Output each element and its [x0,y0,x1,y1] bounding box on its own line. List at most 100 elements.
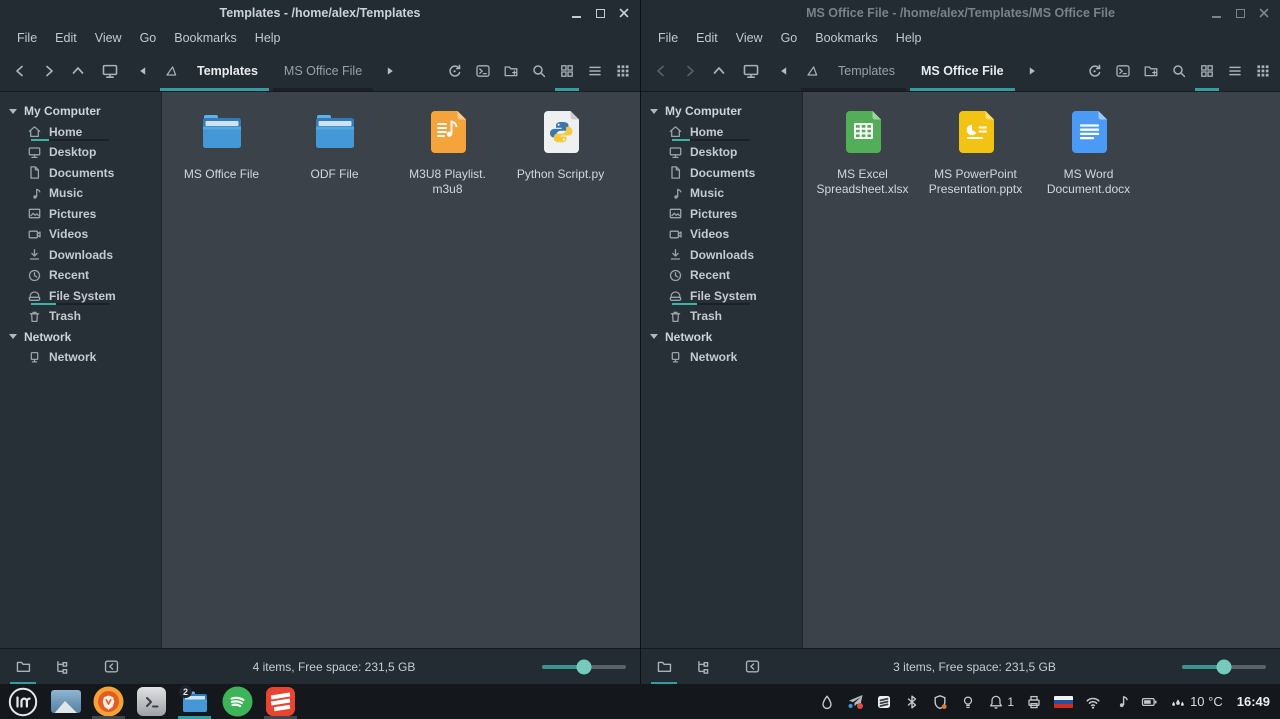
sidebar-item-videos[interactable]: Videos [641,224,802,245]
new-folder-button[interactable] [497,50,525,91]
file-item-python-script[interactable]: Python Script.py [504,98,617,197]
sidebar-item-trash[interactable]: Trash [0,306,161,327]
icon-view-button[interactable] [1193,50,1221,91]
files-launcher[interactable]: 2 [178,684,211,719]
minimize-button[interactable] [569,6,583,21]
show-places-button[interactable] [649,653,679,681]
expander-icon[interactable] [650,334,658,339]
edit-location-icon[interactable] [799,63,825,78]
forward-button[interactable] [34,50,63,91]
maximize-button[interactable] [1233,6,1247,21]
sidebar-item-network[interactable]: Network [0,347,161,368]
menu-go[interactable]: Go [131,28,166,48]
icon-view-button[interactable] [553,50,581,91]
sidebar-item-recent[interactable]: Recent [0,265,161,286]
sidebar-item-file-system[interactable]: File System [641,286,802,307]
menu-file[interactable]: File [8,28,46,48]
menu-edit[interactable]: Edit [46,28,86,48]
show-desktop-button[interactable] [49,684,82,719]
terminal-launcher[interactable] [135,684,168,719]
tab-ms-office-file[interactable]: MS Office File [908,50,1017,91]
zoom-slider[interactable] [542,665,626,669]
titlebar[interactable]: Templates - /home/alex/Templates [0,0,640,26]
open-terminal-button[interactable] [1109,50,1137,91]
up-button[interactable] [63,50,92,91]
sidebar-section-network[interactable]: Network [641,327,802,348]
file-item-odf-file[interactable]: ODF File [278,98,391,197]
brave-browser-launcher[interactable] [92,684,125,719]
expander-icon[interactable] [650,109,658,114]
hide-sidebar-button[interactable] [737,653,767,681]
tab-scroll-right-button[interactable] [1017,50,1047,91]
zoom-slider-knob[interactable] [577,659,592,674]
sidebar-item-home[interactable]: Home [641,122,802,143]
hide-sidebar-button[interactable] [96,653,126,681]
battery-tray-icon[interactable] [1141,694,1158,710]
menu-bookmarks[interactable]: Bookmarks [806,28,887,48]
refresh-button[interactable] [1081,50,1109,91]
tab-scroll-left-button[interactable] [128,50,158,91]
bluetooth-tray-icon[interactable] [904,694,920,710]
sidebar-section-my-computer[interactable]: My Computer [0,101,161,122]
spotify-launcher[interactable] [221,684,254,719]
edit-location-icon[interactable] [158,63,184,78]
forward-button[interactable] [675,50,704,91]
notifications-tray-item[interactable]: 1 [988,694,1014,710]
sidebar-item-recent[interactable]: Recent [641,265,802,286]
menu-go[interactable]: Go [772,28,807,48]
telegram-tray-icon[interactable] [847,693,864,710]
file-item-ms-powerpoint-presentation[interactable]: MS PowerPointPresentation.pptx [919,98,1032,197]
close-button[interactable] [1257,6,1271,21]
menu-view[interactable]: View [86,28,131,48]
menu-file[interactable]: File [649,28,687,48]
menu-bookmarks[interactable]: Bookmarks [165,28,246,48]
sidebar-item-documents[interactable]: Documents [0,163,161,184]
tab-scroll-right-button[interactable] [375,50,405,91]
water-drop-tray-icon[interactable] [819,694,835,710]
new-folder-button[interactable] [1137,50,1165,91]
search-button[interactable] [1165,50,1193,91]
back-button[interactable] [646,50,675,91]
sidebar-item-downloads[interactable]: Downloads [0,245,161,266]
file-item-ms-office-file[interactable]: MS Office File [165,98,278,197]
maximize-button[interactable] [593,6,607,21]
keyboard-layout-ru-flag-icon[interactable] [1054,696,1073,708]
refresh-button[interactable] [441,50,469,91]
music-note-tray-icon[interactable] [1113,694,1129,710]
weather-tray-item[interactable]: 10 °C [1170,694,1223,710]
zoom-slider-knob[interactable] [1217,659,1232,674]
lightbulb-tray-icon[interactable] [960,694,976,710]
back-button[interactable] [5,50,34,91]
todoist-tray-icon[interactable] [876,694,892,710]
todoist-launcher[interactable] [264,684,297,719]
sidebar-item-file-system[interactable]: File System [0,286,161,307]
file-list-area[interactable]: MS ExcelSpreadsheet.xlsx MS PowerPointPr… [803,92,1280,648]
printer-tray-icon[interactable] [1026,694,1042,710]
menu-edit[interactable]: Edit [687,28,727,48]
sidebar-item-desktop[interactable]: Desktop [0,142,161,163]
show-places-button[interactable] [8,653,38,681]
search-button[interactable] [525,50,553,91]
sidebar-item-pictures[interactable]: Pictures [0,204,161,225]
mint-menu-button[interactable] [6,684,39,719]
show-treeview-button[interactable] [46,653,76,681]
sidebar-item-pictures[interactable]: Pictures [641,204,802,225]
tab-ms-office-file[interactable]: MS Office File [271,50,375,91]
computer-button[interactable] [92,50,128,91]
compact-view-button[interactable] [609,50,637,91]
sidebar-item-videos[interactable]: Videos [0,224,161,245]
tab-scroll-left-button[interactable] [769,50,799,91]
menu-help[interactable]: Help [246,28,290,48]
sidebar-item-music[interactable]: Music [641,183,802,204]
expander-icon[interactable] [9,109,17,114]
file-list-area[interactable]: MS Office File ODF File M3U8 Playlist.m3… [162,92,640,648]
sidebar-item-home[interactable]: Home [0,122,161,143]
update-shield-tray-icon[interactable] [932,694,948,710]
menu-help[interactable]: Help [887,28,931,48]
menu-view[interactable]: View [727,28,772,48]
sidebar-item-documents[interactable]: Documents [641,163,802,184]
zoom-slider[interactable] [1182,665,1266,669]
file-item-ms-excel-spreadsheet[interactable]: MS ExcelSpreadsheet.xlsx [806,98,919,197]
show-treeview-button[interactable] [687,653,717,681]
computer-button[interactable] [733,50,769,91]
